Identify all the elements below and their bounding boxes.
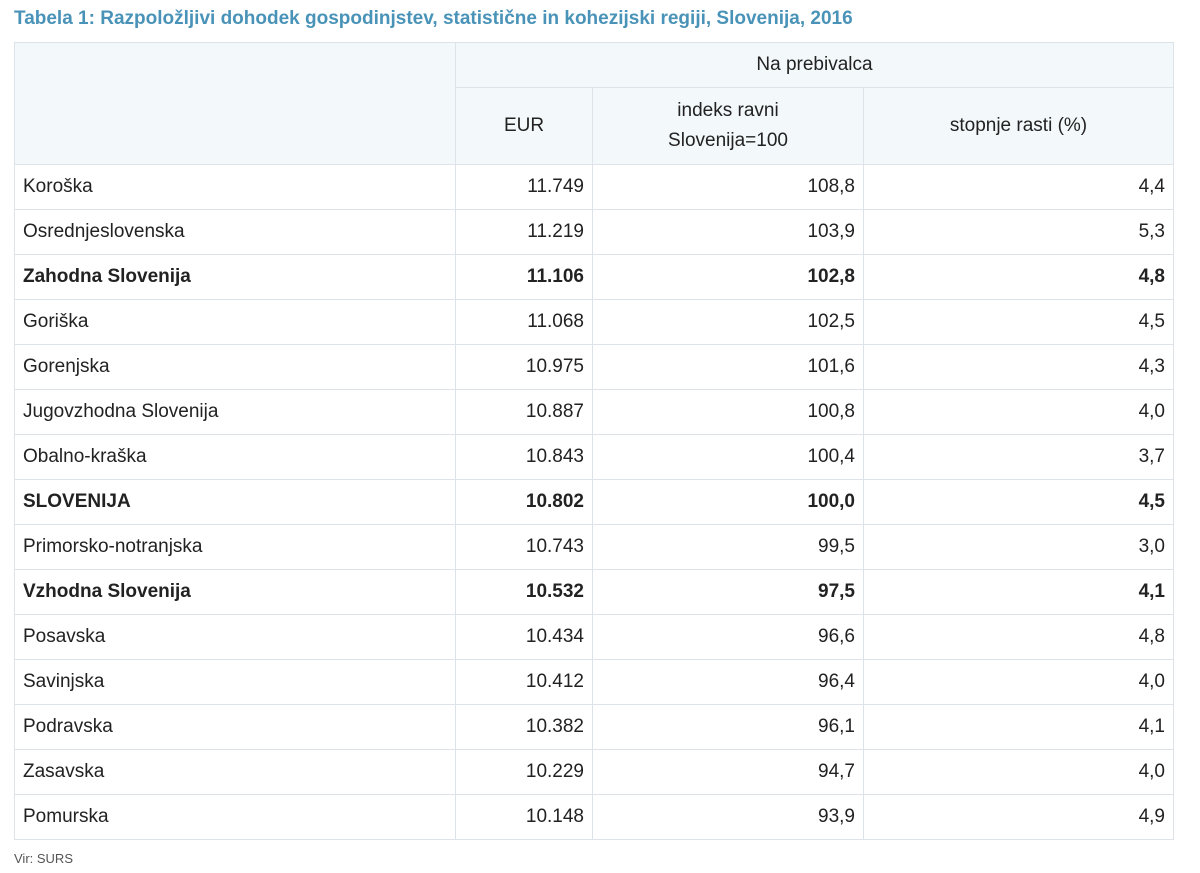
eur-cell: 11.106 [455, 254, 593, 300]
index-cell: 96,1 [592, 704, 864, 750]
index-cell: 102,5 [592, 299, 864, 345]
header-growth: stopnje rasti (%) [863, 87, 1174, 165]
eur-cell: 11.219 [455, 209, 593, 255]
table-row: Podravska 10.382 96,1 4,1 [14, 704, 1174, 750]
index-cell: 96,6 [592, 614, 864, 660]
eur-cell: 10.412 [455, 659, 593, 705]
table-row: Pomurska 10.148 93,9 4,9 [14, 794, 1174, 840]
source-note: Vir: SURS [14, 851, 73, 866]
eur-cell: 10.382 [455, 704, 593, 750]
eur-cell: 10.434 [455, 614, 593, 660]
growth-cell: 4,0 [863, 749, 1174, 795]
region-cell: Jugovzhodna Slovenija [14, 389, 456, 435]
region-cell: Osrednjeslovenska [14, 209, 456, 255]
header-index: indeks ravni Slovenija=100 [592, 87, 864, 165]
growth-cell: 4,9 [863, 794, 1174, 840]
index-cell: 96,4 [592, 659, 864, 705]
header-region-cell [14, 42, 456, 165]
table-row: Posavska 10.434 96,6 4,8 [14, 614, 1174, 660]
table-row: Koroška 11.749 108,8 4,4 [14, 164, 1174, 210]
index-cell: 102,8 [592, 254, 864, 300]
table-row: Goriška 11.068 102,5 4,5 [14, 299, 1174, 345]
index-cell: 99,5 [592, 524, 864, 570]
table-row: Savinjska 10.412 96,4 4,0 [14, 659, 1174, 705]
table-row: Vzhodna Slovenija 10.532 97,5 4,1 [14, 569, 1174, 615]
index-cell: 108,8 [592, 164, 864, 210]
region-cell: Savinjska [14, 659, 456, 705]
region-cell: Pomurska [14, 794, 456, 840]
region-cell: Vzhodna Slovenija [14, 569, 456, 615]
growth-cell: 4,0 [863, 389, 1174, 435]
table-row: Zasavska 10.229 94,7 4,0 [14, 749, 1174, 795]
eur-cell: 10.743 [455, 524, 593, 570]
region-cell: Primorsko-notranjska [14, 524, 456, 570]
region-cell: Gorenjska [14, 344, 456, 390]
index-cell: 101,6 [592, 344, 864, 390]
index-cell: 100,8 [592, 389, 864, 435]
eur-cell: 10.843 [455, 434, 593, 480]
table-row: Osrednjeslovenska 11.219 103,9 5,3 [14, 209, 1174, 255]
growth-cell: 4,3 [863, 344, 1174, 390]
table-row: Jugovzhodna Slovenija 10.887 100,8 4,0 [14, 389, 1174, 435]
region-cell: Posavska [14, 614, 456, 660]
index-cell: 100,0 [592, 479, 864, 525]
eur-cell: 10.975 [455, 344, 593, 390]
region-cell: Zasavska [14, 749, 456, 795]
growth-cell: 5,3 [863, 209, 1174, 255]
region-cell: Zahodna Slovenija [14, 254, 456, 300]
growth-cell: 4,4 [863, 164, 1174, 210]
growth-cell: 3,0 [863, 524, 1174, 570]
header-eur: EUR [455, 87, 593, 165]
growth-cell: 3,7 [863, 434, 1174, 480]
region-cell: Obalno-kraška [14, 434, 456, 480]
header-row-group: Na prebivalca [14, 42, 1174, 165]
growth-cell: 4,5 [863, 299, 1174, 345]
eur-cell: 10.229 [455, 749, 593, 795]
growth-cell: 4,1 [863, 704, 1174, 750]
growth-cell: 4,0 [863, 659, 1174, 705]
index-cell: 93,9 [592, 794, 864, 840]
index-cell: 100,4 [592, 434, 864, 480]
region-cell: Goriška [14, 299, 456, 345]
table-row: Primorsko-notranjska 10.743 99,5 3,0 [14, 524, 1174, 570]
table-row: Zahodna Slovenija 11.106 102,8 4,8 [14, 254, 1174, 300]
eur-cell: 11.749 [455, 164, 593, 210]
eur-cell: 10.802 [455, 479, 593, 525]
index-cell: 94,7 [592, 749, 864, 795]
growth-cell: 4,8 [863, 614, 1174, 660]
growth-cell: 4,8 [863, 254, 1174, 300]
growth-cell: 4,5 [863, 479, 1174, 525]
table-title: Tabela 1: Razpoložljivi dohodek gospodin… [14, 8, 853, 29]
index-cell: 103,9 [592, 209, 864, 255]
eur-cell: 10.887 [455, 389, 593, 435]
table-row: Gorenjska 10.975 101,6 4,3 [14, 344, 1174, 390]
table-row: SLOVENIJA 10.802 100,0 4,5 [14, 479, 1174, 525]
header-index-line2: Slovenija=100 [668, 130, 788, 151]
table-header: Na prebivalca EUR indeks ravni Slovenija… [14, 42, 1174, 165]
eur-cell: 10.532 [455, 569, 593, 615]
header-per-capita: Na prebivalca [455, 42, 1174, 88]
eur-cell: 10.148 [455, 794, 593, 840]
region-cell: Podravska [14, 704, 456, 750]
region-cell: Koroška [14, 164, 456, 210]
index-cell: 97,5 [592, 569, 864, 615]
region-cell: SLOVENIJA [14, 479, 456, 525]
growth-cell: 4,1 [863, 569, 1174, 615]
table-row: Obalno-kraška 10.843 100,4 3,7 [14, 434, 1174, 480]
income-table: Na prebivalca EUR indeks ravni Slovenija… [14, 42, 1174, 840]
header-index-line1: indeks ravni [677, 100, 779, 121]
table-body: Koroška 11.749 108,8 4,4 Osrednjeslovenska 11… [14, 164, 1174, 840]
eur-cell: 11.068 [455, 299, 593, 345]
